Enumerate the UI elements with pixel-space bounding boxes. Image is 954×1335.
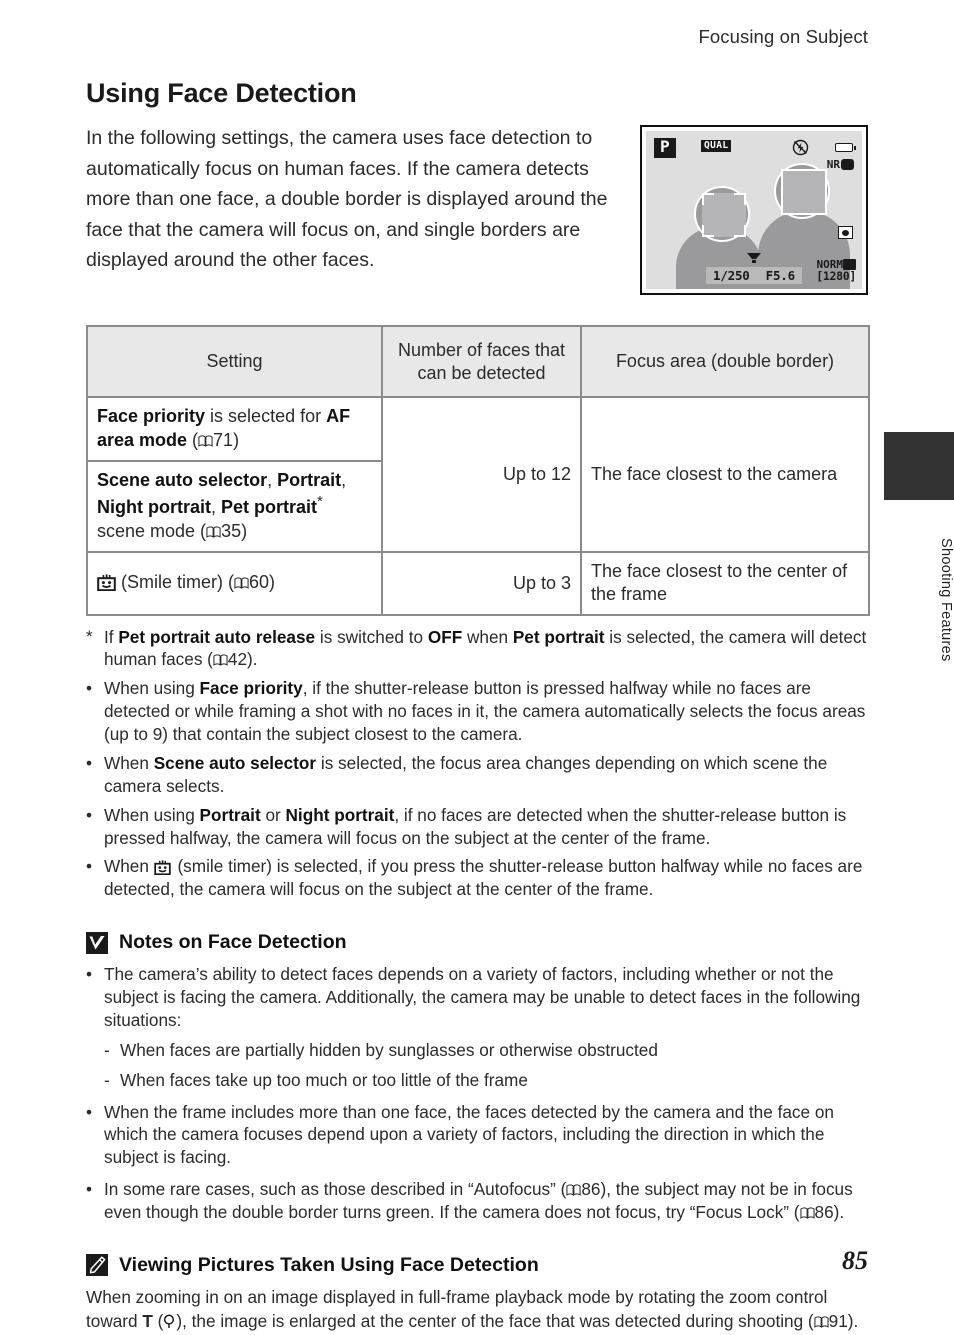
footnote-marker: * [86,626,93,646]
col-header-setting: Setting [86,325,383,398]
note-bullet-rare-cases: • In some rare cases, such as those desc… [86,1179,853,1223]
aperture-value: F5.6 [765,268,796,283]
macro-icon [746,251,761,263]
footnote-scene-auto-selector: • When Scene auto selector is selected, … [86,752,828,796]
note-subbullet-frame-size: - When faces take up too much or too lit… [104,1069,528,1090]
footnote-pet-portrait: * If Pet portrait auto release is switch… [86,626,867,670]
bullet-marker: • [86,678,93,699]
bullet-marker: • [86,1179,93,1200]
notes-heading-text: Notes on Face Detection [119,931,347,954]
ref-af-area-mode: 71 [213,429,234,450]
table-header-row: Setting Number of faces that can be dete… [86,325,870,398]
double-focus-border [781,169,827,215]
cell-focus-closest-camera: The face closest to the camera [580,396,870,553]
page-content: Using Face Detection In the following se… [86,0,870,1333]
note-bullet-multiple-faces: • When the frame includes more than one … [86,1101,834,1168]
bullet-marker: • [86,856,93,877]
footnote-face-priority: • When using Face priority, if the shutt… [86,678,866,745]
side-tab-label: Shooting Features [938,538,954,662]
smile-timer-icon [153,858,173,876]
nr-label: NR [826,158,840,171]
table-row: (Smile timer) (60) Up to 3 The face clos… [86,550,870,616]
book-ref-icon [566,1184,581,1197]
ref-pet-portrait: 42 [227,649,248,670]
bullet-marker: • [86,752,93,773]
notes-section-heading: Notes on Face Detection [86,931,868,954]
shutter-speed-value: 1/250 [713,268,750,283]
ref-focus-lock: 86 [814,1202,834,1223]
cell-setting-scene-modes: Scene auto selector, Portrait, Night port… [86,459,383,553]
battery-icon [835,143,856,152]
note-bullet-detection-factors: • The camera’s ability to detect faces d… [86,964,861,1030]
pencil-note-icon [86,1254,108,1277]
col-header-focus-area: Focus area (double border) [580,325,870,398]
ref-smile-timer: 60 [249,572,270,593]
note-subbullet-sunglasses: - When faces are partially hidden by sun… [104,1039,658,1060]
notes-section-body: • The camera’s ability to detect faces d… [86,963,868,1224]
side-tab-marker [884,432,954,500]
book-ref-icon [198,435,213,447]
cell-count-up-to-3: Up to 3 [381,550,582,616]
smile-timer-icon [97,574,116,592]
cell-setting-face-priority: Face priority is selected for AF area mo… [86,396,383,462]
bullet-marker: • [86,964,93,985]
vibration-reduction-icon [841,159,854,170]
book-ref-icon [213,654,228,667]
caution-checkmark-icon [86,931,108,954]
dash-marker: - [104,1069,110,1090]
table-row: Face priority is selected for AF area mo… [86,396,870,553]
monitor-screen: P QUAL NR NORM 1/250 F5.6 [1280] [646,131,862,289]
camera-monitor-illustration: P QUAL NR NORM 1/250 F5.6 [1280] [640,125,868,295]
shooting-mode-badge: P [654,138,676,158]
book-ref-icon [814,1316,829,1328]
footnote-smile-timer: • When (smile timer) is selected, if you… [86,856,863,900]
viewing-heading-text: Viewing Pictures Taken Using Face Detect… [119,1253,539,1276]
frames-remaining-value: [1280] [816,269,856,283]
book-ref-icon [206,526,221,538]
col-header-face-count: Number of faces that can be detected [381,325,582,398]
flash-off-icon [792,139,809,161]
bullet-marker: • [86,804,93,825]
footnote-portrait-night: • When using Portrait or Night portrait,… [86,804,847,848]
noise-reduction-indicator: NR [827,158,854,171]
viewing-section-heading: Viewing Pictures Taken Using Face Detect… [86,1254,868,1277]
footnote-list: * If Pet portrait auto release is switch… [86,626,868,902]
single-focus-border [702,193,746,237]
book-ref-icon [234,577,249,590]
cell-focus-center-frame: The face closest to the center of the fr… [580,550,870,616]
cell-setting-smile-timer: (Smile timer) (60) [86,550,383,616]
intro-paragraph: In the following settings, the camera us… [86,127,608,272]
intro-block: In the following settings, the camera us… [86,123,868,301]
image-quality-badge: QUAL [701,140,732,152]
viewing-section-body: When zooming in on an image displayed in… [86,1286,868,1333]
page-number: 85 [842,1246,868,1275]
exposure-indicator: 1/250 F5.6 [706,267,802,284]
ref-autofocus: 86 [581,1179,601,1200]
page-title: Using Face Detection [86,78,357,108]
bullet-marker: • [86,1101,93,1122]
ref-scene-mode: 35 [221,521,242,541]
metering-icon [838,226,853,239]
cell-count-up-to-12: Up to 12 [381,396,582,553]
face-detection-table: Setting Number of faces that can be dete… [86,325,870,616]
viewing-paragraph: When zooming in on an image displayed in… [86,1286,859,1331]
book-ref-icon [799,1207,815,1219]
dash-marker: - [104,1039,110,1060]
